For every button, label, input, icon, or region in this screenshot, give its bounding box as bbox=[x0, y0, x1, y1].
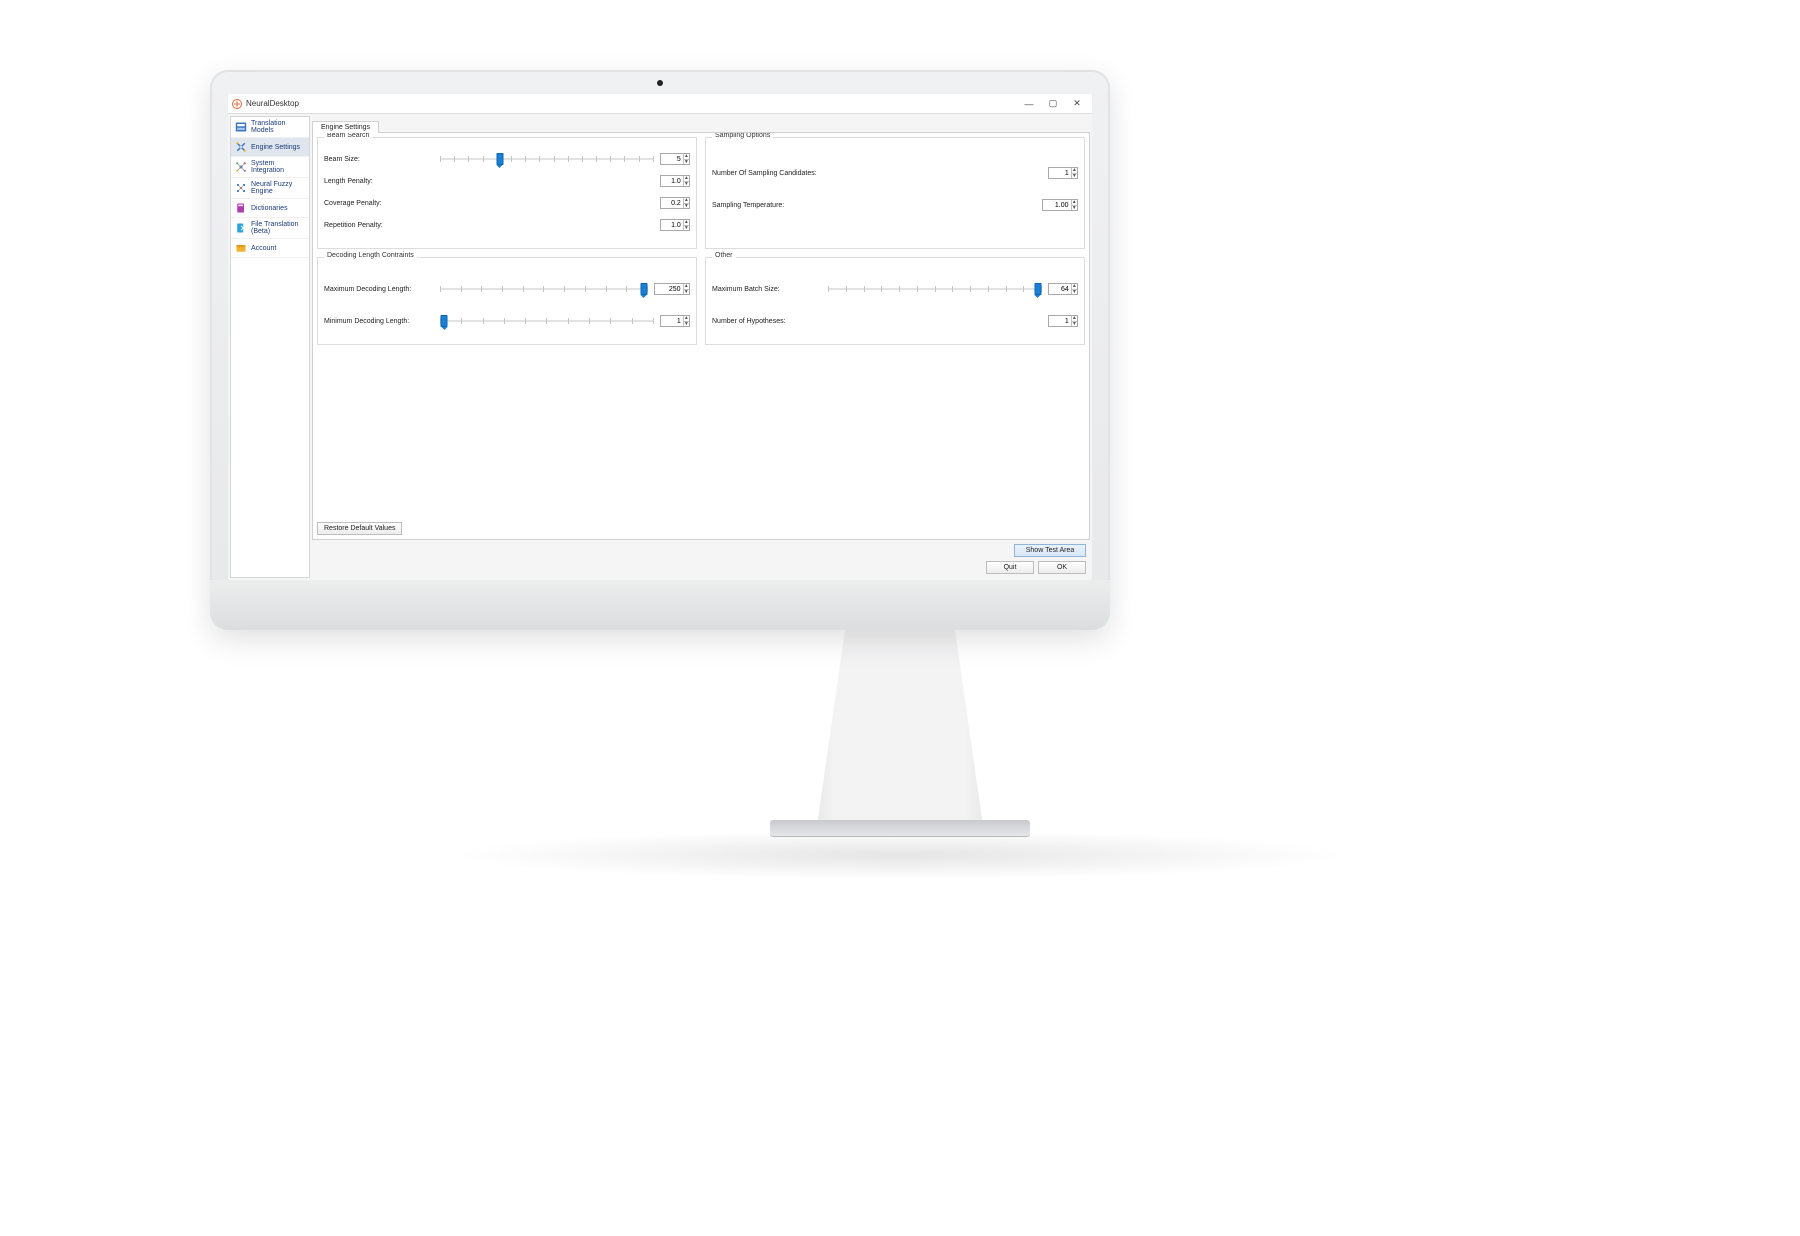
settings-panel: Beam Search Beam Size: bbox=[312, 132, 1090, 540]
sidebar-item-label: Account bbox=[251, 245, 276, 252]
globe-icon bbox=[235, 121, 247, 133]
group-title: Decoding Length Contraints bbox=[324, 252, 417, 259]
monitor-frame: NeuralDesktop — ▢ ✕ Translation Models bbox=[210, 70, 1110, 630]
bottom-bar: Show Test Area Quit OK bbox=[312, 540, 1090, 578]
sidebar: Translation Models Engine Settings Syste… bbox=[230, 116, 310, 578]
group-other: Other Maximum Batch Size: bbox=[705, 257, 1085, 345]
sidebar-item-system-integration[interactable]: System Integration bbox=[231, 157, 309, 178]
window-close-button[interactable]: ✕ bbox=[1066, 97, 1088, 111]
file-icon bbox=[235, 222, 247, 234]
group-decoding-length: Decoding Length Contraints Maximum Decod… bbox=[317, 257, 697, 345]
spin-coverage-penalty[interactable]: ▲▼ bbox=[660, 197, 690, 209]
label-beam-size: Beam Size: bbox=[324, 156, 434, 163]
spin-sampling-candidates[interactable]: ▲▼ bbox=[1048, 167, 1078, 179]
sidebar-item-engine-settings[interactable]: Engine Settings bbox=[231, 138, 309, 157]
sidebar-item-translation-models[interactable]: Translation Models bbox=[231, 117, 309, 138]
integration-icon bbox=[235, 161, 247, 173]
tab-engine-settings[interactable]: Engine Settings bbox=[312, 121, 379, 133]
spin-max-batch[interactable]: ▲▼ bbox=[1048, 283, 1078, 295]
sidebar-item-label: Engine Settings bbox=[251, 144, 300, 151]
spin-down-icon[interactable]: ▼ bbox=[684, 226, 689, 231]
screen: NeuralDesktop — ▢ ✕ Translation Models bbox=[228, 94, 1092, 580]
spin-sampling-temperature[interactable]: ▲▼ bbox=[1042, 199, 1078, 211]
sidebar-item-label: Dictionaries bbox=[251, 205, 288, 212]
quit-button[interactable]: Quit bbox=[986, 561, 1034, 574]
group-title: Other bbox=[712, 252, 736, 259]
restore-defaults-button[interactable]: Restore Default Values bbox=[317, 522, 402, 535]
spin-down-icon[interactable]: ▼ bbox=[684, 322, 689, 327]
app-icon bbox=[232, 99, 242, 109]
spin-down-icon[interactable]: ▼ bbox=[684, 290, 689, 295]
label-repetition-penalty: Repetition Penalty: bbox=[324, 222, 434, 229]
sidebar-item-dictionaries[interactable]: Dictionaries bbox=[231, 199, 309, 218]
slider-max-decoding[interactable] bbox=[440, 282, 648, 296]
sidebar-item-label: System Integration bbox=[251, 160, 305, 174]
label-sampling-temperature: Sampling Temperature: bbox=[712, 202, 862, 209]
slider-max-batch[interactable] bbox=[828, 282, 1042, 296]
label-max-batch: Maximum Batch Size: bbox=[712, 286, 822, 293]
label-max-decoding: Maximum Decoding Length: bbox=[324, 286, 434, 293]
group-title: Sampling Options bbox=[712, 132, 773, 139]
show-test-area-button[interactable]: Show Test Area bbox=[1014, 544, 1086, 557]
window-titlebar: NeuralDesktop — ▢ ✕ bbox=[228, 94, 1092, 114]
tab-strip: Engine Settings bbox=[312, 116, 1090, 132]
label-length-penalty: Length Penalty: bbox=[324, 178, 434, 185]
sidebar-item-neural-fuzzy-engine[interactable]: Neural Fuzzy Engine bbox=[231, 178, 309, 199]
group-sampling-options: Sampling Options Number Of Sampling Cand… bbox=[705, 137, 1085, 249]
spin-beam-size[interactable]: ▲▼ bbox=[660, 153, 690, 165]
label-coverage-penalty: Coverage Penalty: bbox=[324, 200, 434, 207]
slider-min-decoding[interactable] bbox=[440, 314, 654, 328]
spin-down-icon[interactable]: ▼ bbox=[1072, 174, 1077, 179]
spin-down-icon[interactable]: ▼ bbox=[1072, 290, 1077, 295]
label-sampling-candidates: Number Of Sampling Candidates: bbox=[712, 170, 862, 177]
sidebar-item-label: Neural Fuzzy Engine bbox=[251, 181, 305, 195]
spin-down-icon[interactable]: ▼ bbox=[1072, 206, 1077, 211]
sidebar-item-account[interactable]: Account bbox=[231, 239, 309, 258]
spin-repetition-penalty[interactable]: ▲▼ bbox=[660, 219, 690, 231]
group-title: Beam Search bbox=[324, 132, 372, 139]
spin-length-penalty[interactable]: ▲▼ bbox=[660, 175, 690, 187]
spin-num-hypotheses[interactable]: ▲▼ bbox=[1048, 315, 1078, 327]
window-maximize-button[interactable]: ▢ bbox=[1042, 97, 1064, 111]
book-icon bbox=[235, 202, 247, 214]
spin-down-icon[interactable]: ▼ bbox=[684, 182, 689, 187]
window-minimize-button[interactable]: — bbox=[1018, 97, 1040, 111]
ok-button[interactable]: OK bbox=[1038, 561, 1086, 574]
tools-icon bbox=[235, 141, 247, 153]
slider-beam-size[interactable] bbox=[440, 152, 654, 166]
sidebar-item-file-translation[interactable]: File Translation (Beta) bbox=[231, 218, 309, 239]
sidebar-item-label: Translation Models bbox=[251, 120, 305, 134]
spin-min-decoding[interactable]: ▲▼ bbox=[660, 315, 690, 327]
spin-down-icon[interactable]: ▼ bbox=[684, 160, 689, 165]
spin-down-icon[interactable]: ▼ bbox=[1072, 322, 1077, 327]
window-title: NeuralDesktop bbox=[246, 99, 299, 108]
spin-down-icon[interactable]: ▼ bbox=[684, 204, 689, 209]
neural-icon bbox=[235, 182, 247, 194]
account-icon bbox=[235, 242, 247, 254]
sidebar-item-label: File Translation (Beta) bbox=[251, 221, 305, 235]
group-beam-search: Beam Search Beam Size: bbox=[317, 137, 697, 249]
spin-max-decoding[interactable]: ▲▼ bbox=[654, 283, 690, 295]
label-num-hypotheses: Number of Hypotheses: bbox=[712, 318, 822, 325]
label-min-decoding: Minimum Decoding Length: bbox=[324, 318, 434, 325]
